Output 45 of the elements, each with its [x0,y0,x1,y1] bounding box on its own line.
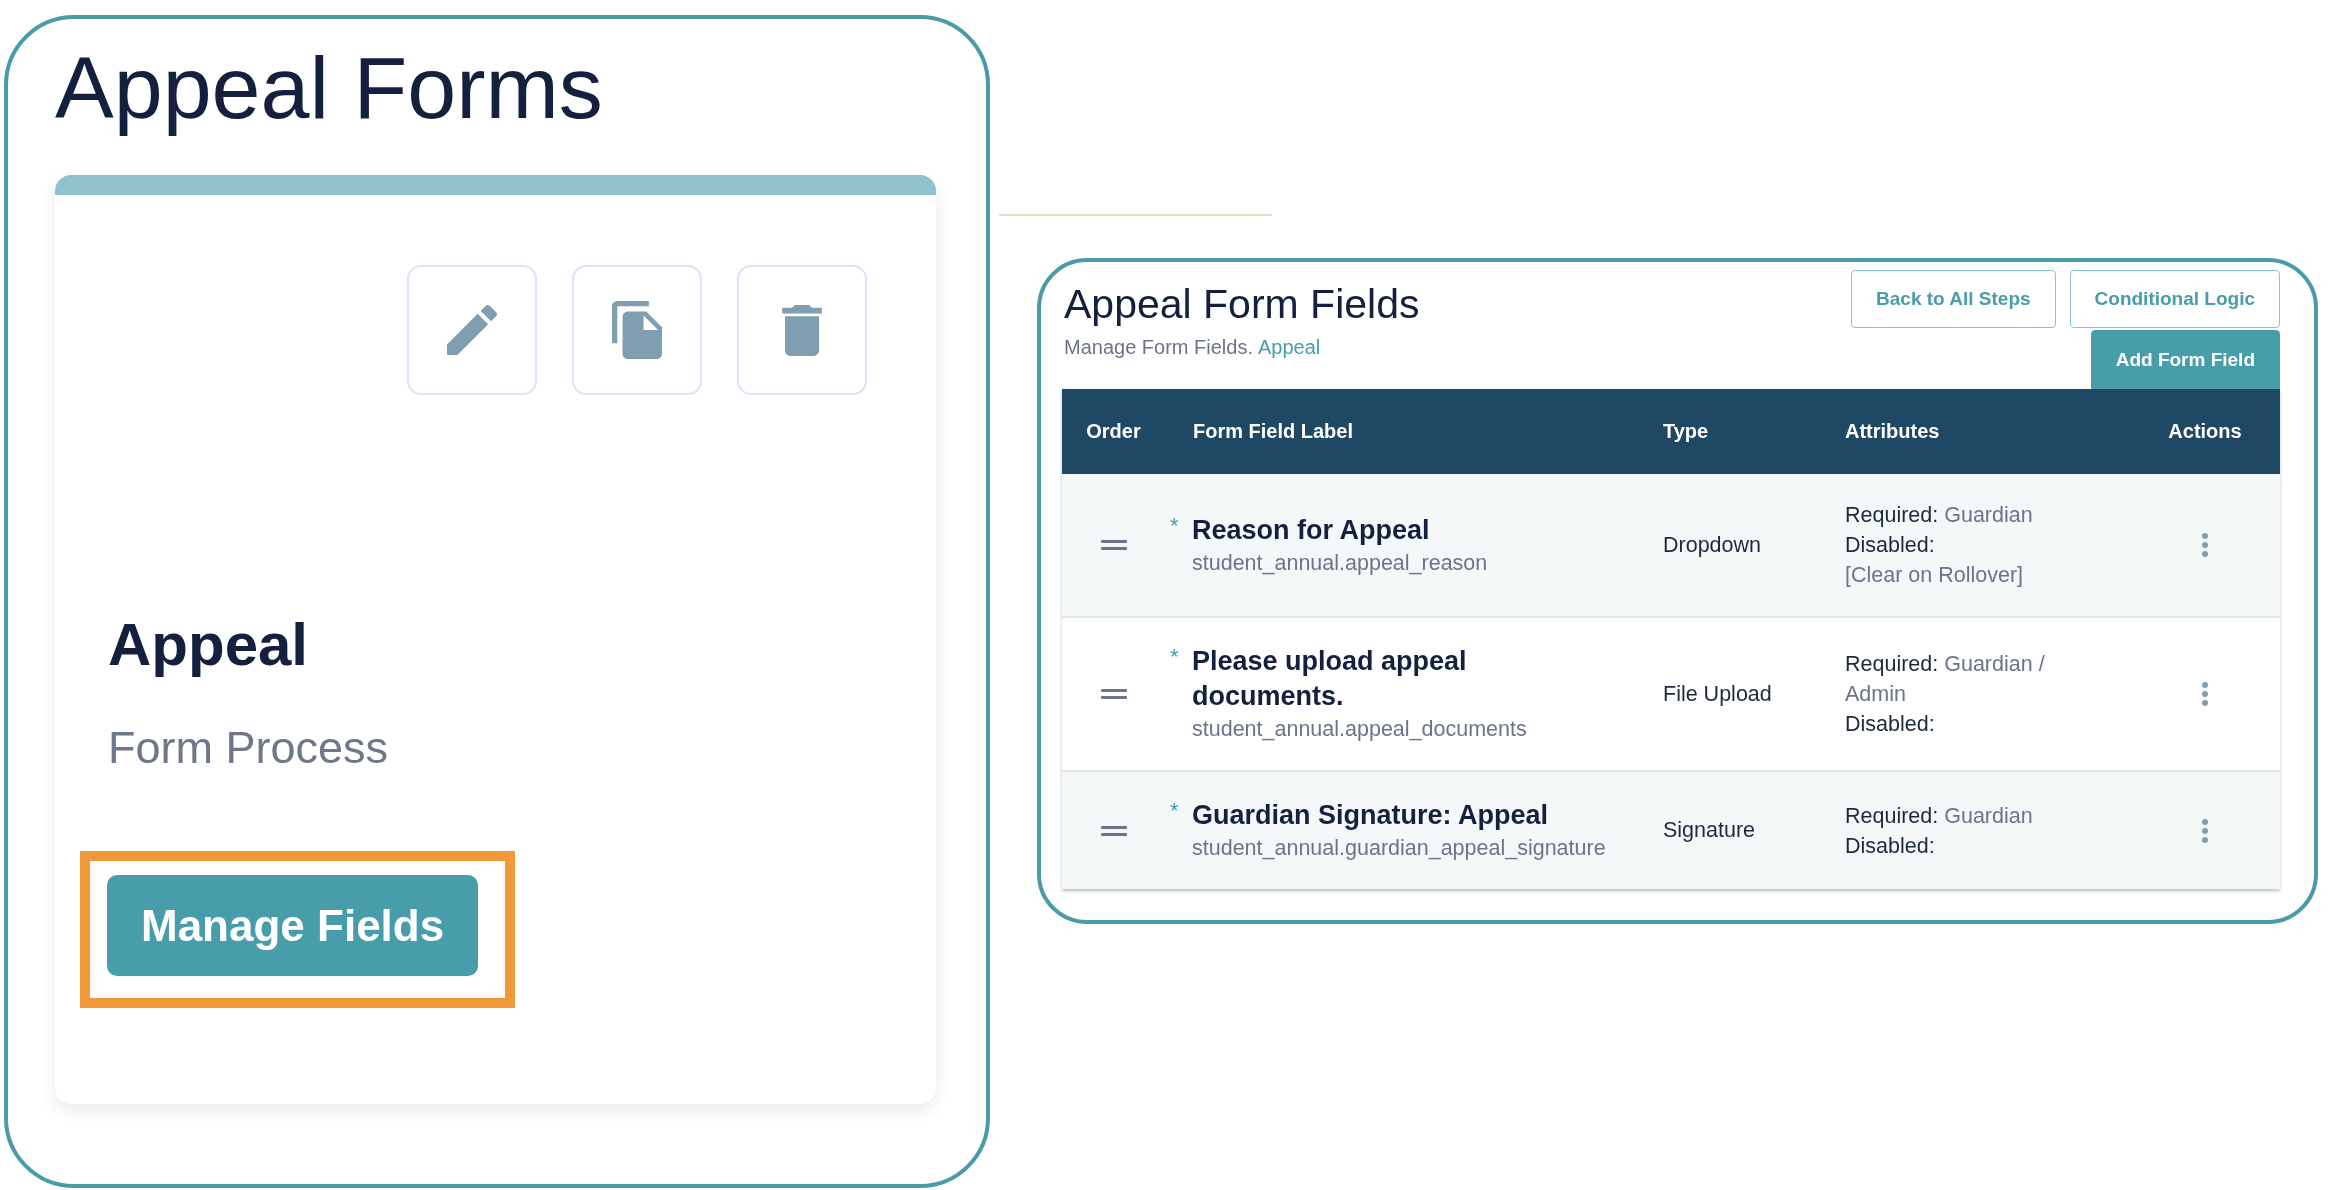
delete-button[interactable] [737,265,867,395]
attribute-text: Disabled: [1845,532,1935,559]
field-key: student_annual.appeal_reason [1192,547,1488,578]
manage-fields-button[interactable]: Manage Fields [107,875,479,976]
field-key: student_annual.appeal_documents [1192,714,1527,744]
attribute-text: Required: Guardian [1845,502,2033,529]
field-type: File Upload [1663,681,1772,707]
panel-subtitle: Manage Form Fields. [1064,335,1253,360]
attribute-note: [Clear on Rollover] [1845,562,2024,589]
attribute-text: Required: Guardian [1845,802,2033,830]
card-title: Appeal [108,615,309,675]
field-type: Signature [1663,818,1756,843]
column-header: Type [1663,420,1710,443]
attribute-text: Disabled: [1845,832,1935,860]
required-mark: * [1170,644,1180,670]
column-header: Attributes [1845,420,1941,443]
field-key: student_annual.guardian_appeal_signature [1192,833,1606,863]
field-type: Dropdown [1663,532,1761,558]
trash-icon [782,304,822,356]
attribute-text: Disabled: [1845,711,1935,738]
back-button[interactable]: Back to All Steps [1851,270,2056,328]
add-field-button[interactable]: Add Form Field [2090,330,2280,389]
drag-handle-icon[interactable] [1100,689,1127,699]
column-header: Form Field Label [1192,420,1355,443]
pencil-icon [447,305,497,355]
required-mark: * [1170,798,1180,824]
field-label: Guardian Signature: Appeal [1192,799,1549,832]
column-header: Order [1086,420,1141,443]
required-mark: * [1170,512,1180,539]
more-options-icon[interactable] [2202,682,2208,706]
edit-button[interactable] [407,265,537,395]
field-label: Reason for Appeal [1192,513,1430,547]
more-options-icon[interactable] [2202,818,2208,843]
attribute-text: Required: Guardian / Admin [1845,651,2046,708]
copy-icon [612,301,662,359]
more-options-icon[interactable] [2202,533,2208,557]
conditional-logic-button[interactable]: Conditional Logic [2069,270,2280,328]
drag-handle-icon[interactable] [1100,540,1127,550]
step-link[interactable]: Appeal [1257,334,1321,360]
panel-title: Appeal Form Fields [1064,284,1420,325]
copy-button[interactable] [572,265,702,395]
field-label: Please upload appeal documents. [1192,645,1468,713]
drag-handle-icon[interactable] [1100,825,1127,836]
column-header: Actions [2168,420,2242,443]
card-subtitle: Form Process [108,725,389,770]
